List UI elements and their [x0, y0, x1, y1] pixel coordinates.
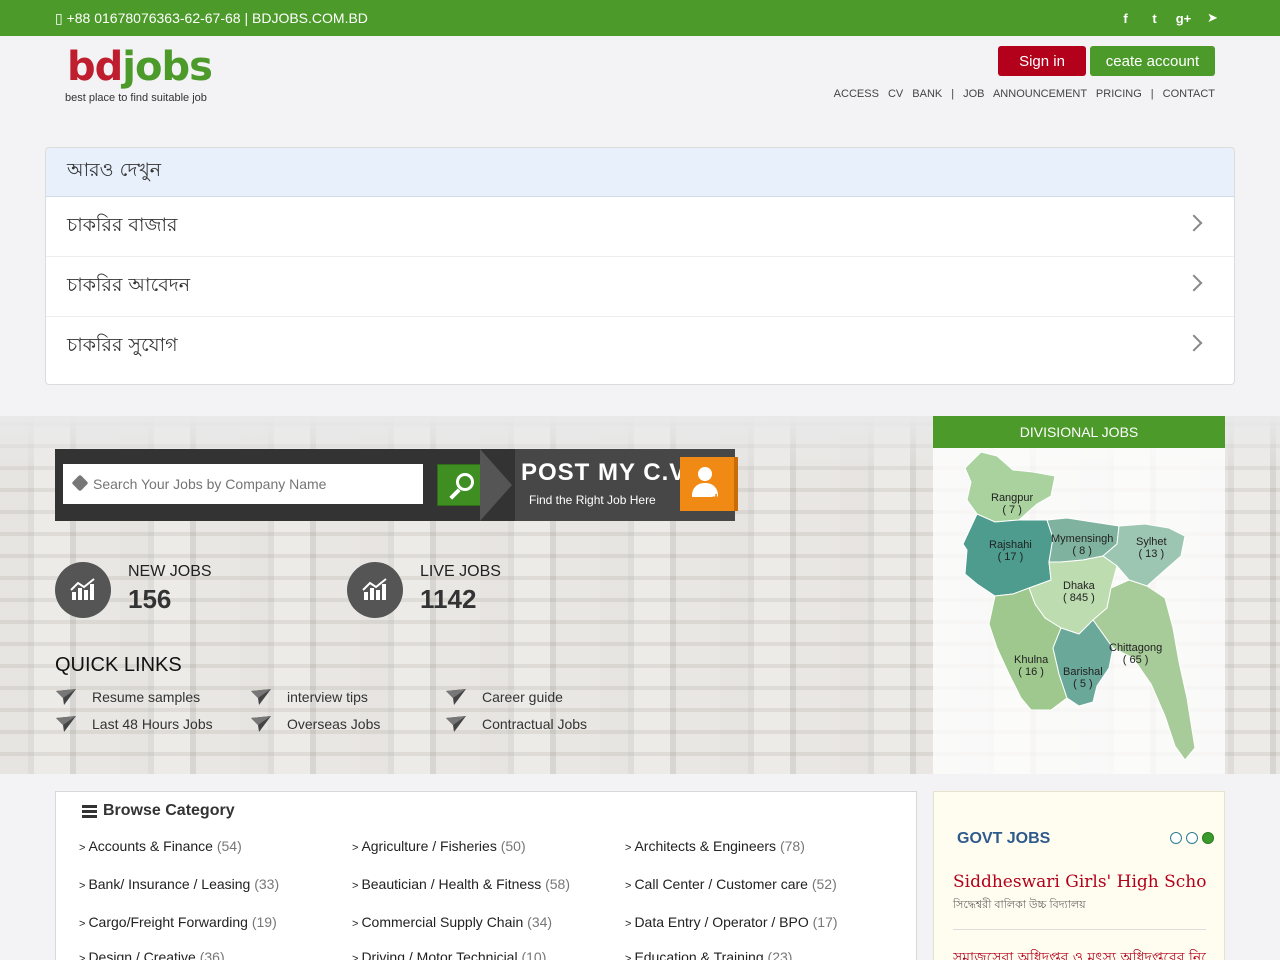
more-item-job-market[interactable]: চাকরির বাজার	[46, 197, 1234, 257]
search-bar: POST MY C.V Find the Right Job Here +	[55, 449, 738, 521]
chevron-right-icon	[1185, 274, 1203, 292]
contact-info: ▯ +88 01678076363-62-67-68 | BDJOBS.COM.…	[55, 10, 368, 27]
create-account-button[interactable]: ceate account	[1090, 46, 1215, 76]
divisional-jobs-title: DIVISIONAL JOBS	[933, 416, 1225, 448]
top-bar: ▯ +88 01678076363-62-67-68 | BDJOBS.COM.…	[0, 0, 1280, 36]
arrow-divider	[480, 449, 512, 521]
category-link[interactable]: > Commercial Supply Chain (34)	[352, 914, 552, 930]
govt-jobs-panel: GOVT JOBS Siddheswari Girls' High School…	[933, 791, 1225, 960]
paper-plane-icon	[251, 689, 271, 705]
facebook-icon[interactable]: f	[1118, 9, 1133, 27]
more-item-label: চাকরির বাজার	[67, 213, 178, 236]
chart-icon	[55, 562, 111, 618]
company-search-input[interactable]	[63, 464, 423, 504]
location-arrow-icon[interactable]: ➤	[1205, 9, 1220, 27]
category-link[interactable]: > Agriculture / Fisheries (50)	[352, 838, 526, 854]
new-jobs-label: NEW JOBS	[128, 563, 212, 580]
divider	[953, 929, 1206, 930]
sign-in-button[interactable]: Sign in	[998, 46, 1086, 76]
top-nav: ACCESS CV BANK | JOB ANNOUNCEMENT PRICIN…	[834, 88, 1215, 100]
govt-job-link[interactable]: সমাজসেবা অধিদপ্তর ও মৎস্য অধিদপ্তরের নিয…	[953, 946, 1206, 960]
google-plus-icon[interactable]: g+	[1176, 9, 1192, 27]
quick-link-contractual-jobs[interactable]: Contractual Jobs	[446, 716, 587, 732]
paper-plane-icon	[446, 689, 466, 705]
nav-contact[interactable]: CONTACT	[1163, 88, 1215, 100]
logo-tagline: best place to find suitable job	[65, 92, 207, 104]
govt-job-subtitle: সিদ্ধেশ্বরী বালিকা উচ্চ বিদ্যালয়	[953, 899, 1086, 911]
add-user-icon	[698, 467, 712, 481]
quick-links-title: QUICK LINKS	[55, 654, 182, 676]
division-chittagong[interactable]: Chittagong( 65 )	[1109, 642, 1162, 666]
carousel-dot-active[interactable]	[1202, 832, 1214, 844]
nav-separator: |	[1150, 88, 1154, 100]
category-link[interactable]: > Design / Creative (36)	[79, 949, 225, 960]
division-khulna[interactable]: Khulna( 16 )	[1014, 654, 1048, 678]
category-link[interactable]: > Accounts & Finance (54)	[79, 838, 242, 854]
category-link[interactable]: > Driving / Motor Technicial (10)	[352, 949, 546, 960]
category-link[interactable]: > Education & Training (23)	[625, 949, 792, 960]
category-link[interactable]: > Architects & Engineers (78)	[625, 838, 805, 854]
twitter-icon[interactable]: t	[1147, 9, 1162, 27]
category-link[interactable]: > Call Center / Customer care (52)	[625, 876, 837, 892]
carousel-dot[interactable]	[1170, 832, 1182, 844]
paper-plane-icon	[251, 716, 271, 732]
divisional-jobs-panel: DIVISIONAL JOBS Rangpur( 7 ) Rajshahi( 1…	[933, 416, 1225, 774]
paper-plane-icon	[56, 716, 76, 732]
browse-category-title: Browse Category	[82, 802, 235, 820]
live-jobs-count: 1142	[420, 584, 477, 614]
chart-icon	[347, 562, 403, 618]
quick-link-last-48-hours[interactable]: Last 48 Hours Jobs	[56, 716, 213, 732]
add-user-button[interactable]: +	[680, 457, 738, 511]
browse-category-panel: Browse Category > Accounts & Finance (54)…	[55, 791, 917, 960]
post-cv-subtitle: Find the Right Job Here	[529, 493, 656, 507]
social-links: f t g+ ➤	[1118, 9, 1220, 27]
bdjobs-logo[interactable]: bdjobs best place to find suitable job	[65, 44, 225, 110]
chevron-right-icon	[1185, 334, 1203, 352]
more-item-job-opportunity[interactable]: চাকরির সুযোগ	[46, 317, 1234, 377]
carousel-dots	[1170, 832, 1214, 844]
govt-jobs-title: GOVT JOBS	[957, 830, 1051, 847]
site-header: bdjobs best place to find suitable job S…	[0, 36, 1280, 116]
division-dhaka[interactable]: Dhaka( 845 )	[1063, 580, 1095, 604]
category-link[interactable]: > Data Entry / Operator / BPO (17)	[625, 914, 838, 930]
more-item-label: চাকরির সুযোগ	[67, 334, 178, 356]
map-region-chittagong[interactable]	[1092, 579, 1196, 761]
phone-icon: ▯	[55, 10, 67, 26]
division-mymensingh[interactable]: Mymensingh( 8 )	[1051, 533, 1113, 557]
bangladesh-map	[962, 451, 1196, 761]
division-sylhet[interactable]: Sylhet( 13 )	[1136, 536, 1167, 560]
new-jobs-count: 156	[128, 584, 172, 614]
list-icon	[82, 804, 97, 818]
govt-job-link[interactable]: Siddheswari Girls' High School (SGHS)	[953, 872, 1206, 892]
paper-plane-icon	[56, 689, 76, 705]
contact-text: +88 01678076363-62-67-68 | BDJOBS.COM.BD	[66, 10, 368, 26]
nav-separator: |	[951, 88, 955, 100]
live-jobs-label: LIVE JOBS	[420, 563, 501, 580]
chevron-right-icon	[1185, 214, 1203, 232]
paper-plane-icon	[446, 716, 466, 732]
division-barishal[interactable]: Barishal( 5 )	[1063, 666, 1103, 690]
category-link[interactable]: > Cargo/Freight Forwarding (19)	[79, 914, 277, 930]
post-cv-title: POST MY C.V	[521, 459, 687, 486]
division-rangpur[interactable]: Rangpur( 7 )	[991, 492, 1033, 516]
quick-link-career-guide[interactable]: Career guide	[446, 689, 563, 705]
see-more-title: আরও দেখুন	[46, 148, 1234, 197]
category-link[interactable]: > Bank/ Insurance / Leasing (33)	[79, 876, 279, 892]
search-icon-handle	[449, 488, 461, 500]
logo-wordmark: bdjobs	[67, 44, 213, 90]
division-rajshahi[interactable]: Rajshahi( 17 )	[989, 539, 1032, 563]
see-more-panel: আরও দেখুন চাকরির বাজার চাকরির আবেদন চাকর…	[45, 147, 1235, 385]
more-item-job-application[interactable]: চাকরির আবেদন	[46, 257, 1234, 317]
live-jobs-stat[interactable]: LIVE JOBS 1142	[347, 562, 567, 618]
quick-link-overseas-jobs[interactable]: Overseas Jobs	[251, 716, 380, 732]
more-item-label: চাকরির আবেদন	[67, 273, 191, 296]
category-link[interactable]: > Beautician / Health & Fitness (58)	[352, 876, 570, 892]
nav-access-cv-bank[interactable]: ACCESS CV BANK	[834, 88, 943, 100]
new-jobs-stat[interactable]: NEW JOBS 156	[55, 562, 275, 618]
carousel-dot[interactable]	[1186, 832, 1198, 844]
quick-link-resume-samples[interactable]: Resume samples	[56, 689, 200, 705]
nav-job-announcement-pricing[interactable]: JOB ANNOUNCEMENT PRICING	[963, 88, 1142, 100]
quick-link-interview-tips[interactable]: interview tips	[251, 689, 368, 705]
